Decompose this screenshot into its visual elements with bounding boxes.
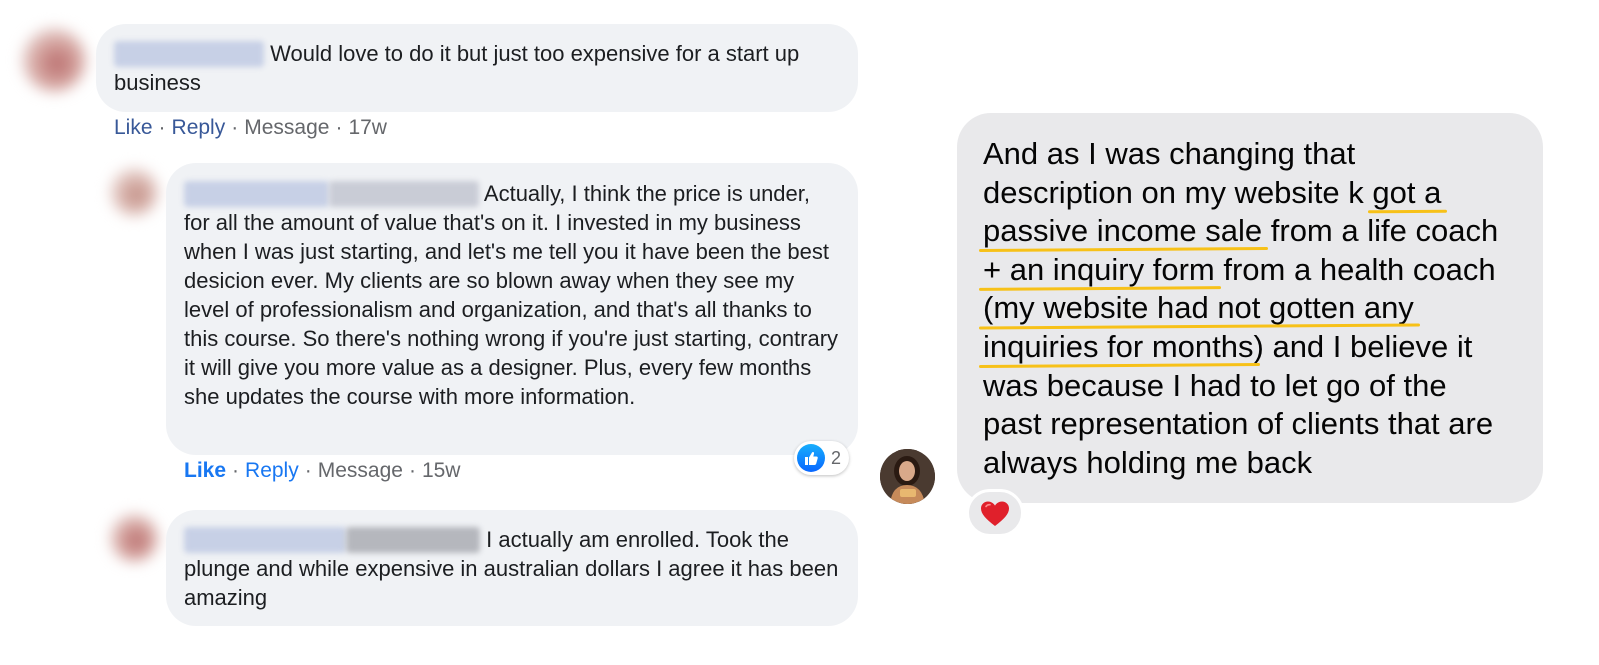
thumbs-up-icon xyxy=(797,444,825,472)
comment-bubble: I actually am enrolled. Took the plunge … xyxy=(166,510,858,626)
message-line: past representation of clients that are xyxy=(983,406,1494,442)
like-link[interactable]: Like xyxy=(114,116,153,139)
highlighted-text: (my website had not gotten any xyxy=(983,290,1414,326)
message-bubble: And as I was changing that description o… xyxy=(957,113,1543,503)
person-photo-icon xyxy=(880,449,935,504)
message-link[interactable]: Message xyxy=(244,116,329,139)
reply-link[interactable]: Reply xyxy=(245,459,299,482)
comment-bubble: Would love to do it but just too expensi… xyxy=(96,24,858,112)
message-line: always holding me back xyxy=(983,444,1313,480)
message-link[interactable]: Message xyxy=(318,459,403,482)
comment-actions: Like · Reply · Message · 17w xyxy=(114,116,387,139)
commenter-avatar[interactable] xyxy=(110,514,158,562)
message-line: description on my website k got a xyxy=(983,174,1442,210)
message-line: (my website had not gotten any xyxy=(983,289,1517,328)
highlighted-text: inquiries for months xyxy=(983,328,1254,364)
comment-actions: Like · Reply · Message · 15w xyxy=(184,459,461,482)
commenter-avatar[interactable] xyxy=(110,168,158,216)
comment-text: Actually, I think the price is under, fo… xyxy=(184,181,839,409)
message-line: And as I was changing that xyxy=(983,136,1356,171)
commenter-avatar[interactable] xyxy=(22,28,86,92)
reaction-count: 2 xyxy=(831,447,842,468)
highlighted-text: + an inquiry form xyxy=(983,251,1215,287)
comment-timestamp[interactable]: 17w xyxy=(348,116,387,139)
message-line: + an inquiry form from a health coach xyxy=(983,251,1496,287)
redacted-commenter-name xyxy=(184,527,346,553)
comment-timestamp[interactable]: 15w xyxy=(422,459,461,482)
reaction-count-badge[interactable]: 2 xyxy=(794,441,850,475)
highlighted-text: got a xyxy=(1372,174,1442,210)
message-reaction[interactable] xyxy=(966,489,1024,537)
message-line: passive income sale from a life coach xyxy=(983,213,1499,249)
sender-avatar[interactable] xyxy=(880,449,935,504)
message-line: inquiries for months) and I believe it xyxy=(983,328,1473,364)
heart-icon xyxy=(981,501,1009,526)
like-link[interactable]: Like xyxy=(184,459,226,482)
reply-link[interactable]: Reply xyxy=(172,116,226,139)
highlighted-text: passive income sale xyxy=(983,213,1263,249)
message-line: was because I had to let go of the xyxy=(983,367,1447,403)
redacted-tagged-name xyxy=(329,181,479,207)
redacted-tagged-name xyxy=(346,527,480,553)
redacted-commenter-name xyxy=(114,41,264,67)
redacted-commenter-name xyxy=(184,181,329,207)
comment-bubble: Actually, I think the price is under, fo… xyxy=(166,163,858,455)
